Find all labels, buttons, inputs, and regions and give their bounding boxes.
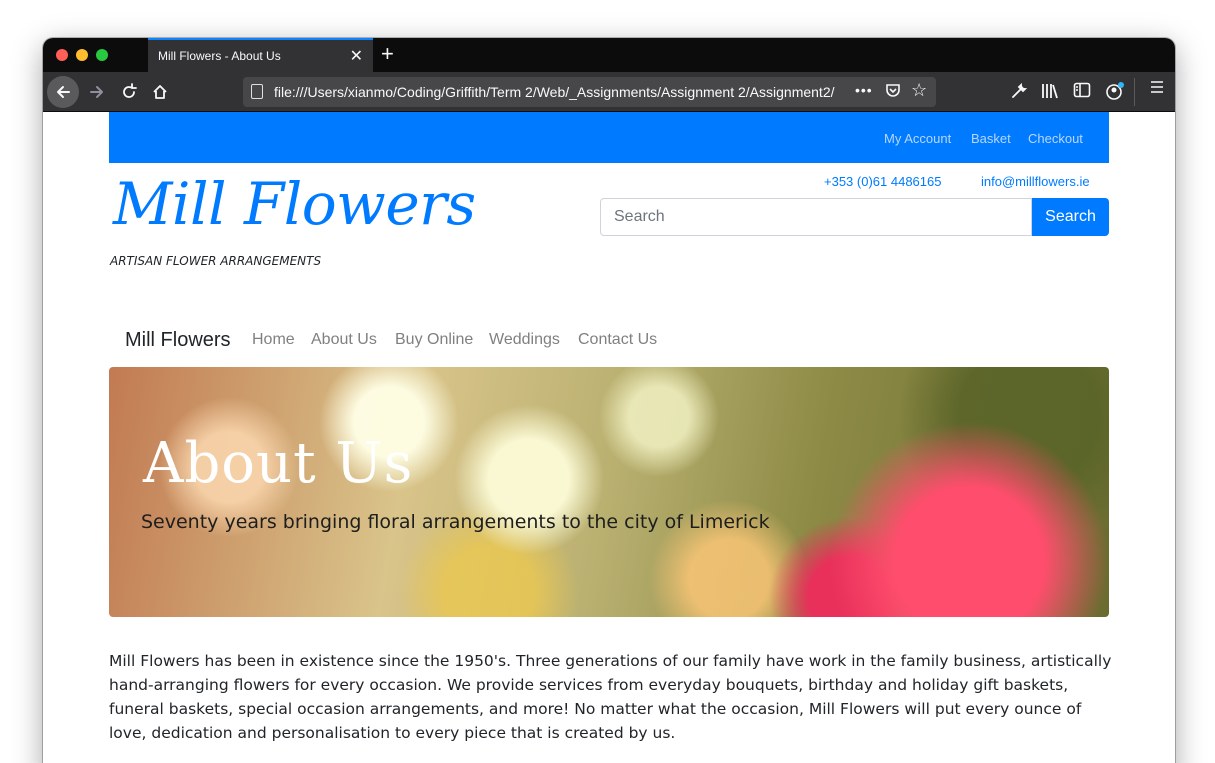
my-account-link[interactable]: My Account bbox=[884, 131, 951, 146]
url-text[interactable]: file:///Users/xianmo/Coding/Griffith/Ter… bbox=[274, 84, 849, 100]
basket-link[interactable]: Basket bbox=[971, 131, 1011, 146]
back-arrow-icon[interactable] bbox=[47, 76, 79, 108]
top-utility-bar: My Account Basket Checkout bbox=[109, 112, 1109, 163]
sidebar-icon[interactable] bbox=[1073, 82, 1091, 103]
nav-about-us-link[interactable]: About Us bbox=[311, 331, 377, 349]
search-button[interactable]: Search bbox=[1032, 198, 1109, 236]
page-icon bbox=[251, 84, 263, 99]
hamburger-menu-icon[interactable] bbox=[1149, 79, 1165, 100]
hero-title: About Us bbox=[143, 431, 414, 496]
tab-title: Mill Flowers - About Us bbox=[158, 49, 281, 63]
pocket-icon[interactable] bbox=[885, 82, 901, 103]
checkout-link[interactable]: Checkout bbox=[1028, 131, 1083, 146]
url-bar[interactable]: file:///Users/xianmo/Coding/Griffith/Ter… bbox=[243, 77, 936, 107]
reload-icon[interactable] bbox=[113, 76, 145, 108]
hero-subtitle: Seventy years bringing floral arrangemen… bbox=[141, 511, 770, 533]
tab-close-icon[interactable]: ✕ bbox=[350, 46, 363, 66]
nav-brand[interactable]: Mill Flowers bbox=[125, 329, 231, 352]
close-window-button[interactable] bbox=[56, 49, 68, 61]
library-icon[interactable] bbox=[1041, 83, 1059, 102]
about-paragraph: Mill Flowers has been in existence since… bbox=[109, 652, 1112, 742]
bookmark-star-icon[interactable]: ☆ bbox=[911, 80, 927, 101]
web-page: My Account Basket Checkout Mill Flowers … bbox=[43, 112, 1175, 763]
new-tab-button[interactable]: + bbox=[381, 41, 394, 67]
tab-strip: Mill Flowers - About Us ✕ + bbox=[43, 38, 1175, 72]
home-icon[interactable] bbox=[144, 76, 176, 108]
site-logo[interactable]: Mill Flowers bbox=[113, 170, 476, 238]
zoom-window-button[interactable] bbox=[96, 49, 108, 61]
search-input[interactable] bbox=[600, 198, 1032, 236]
hero-banner: About Us Seventy years bringing floral a… bbox=[109, 367, 1109, 617]
nav-contact-us-link[interactable]: Contact Us bbox=[578, 331, 657, 349]
email-link[interactable]: info@millflowers.ie bbox=[981, 174, 1090, 189]
site-tagline: ARTISAN FLOWER ARRANGEMENTS bbox=[110, 254, 322, 268]
wrench-icon[interactable] bbox=[1010, 82, 1028, 105]
browser-window: Mill Flowers - About Us ✕ + file:///User… bbox=[43, 38, 1175, 763]
phone-link[interactable]: +353 (0)61 4486165 bbox=[824, 174, 941, 189]
nav-weddings-link[interactable]: Weddings bbox=[489, 331, 560, 349]
more-icon[interactable]: ••• bbox=[855, 82, 873, 98]
minimize-window-button[interactable] bbox=[76, 49, 88, 61]
nav-buy-online-link[interactable]: Buy Online bbox=[395, 331, 473, 349]
nav-home-link[interactable]: Home bbox=[252, 331, 295, 349]
forward-arrow-icon[interactable] bbox=[81, 76, 113, 108]
browser-toolbar: file:///Users/xianmo/Coding/Griffith/Ter… bbox=[43, 72, 1175, 112]
browser-tab[interactable]: Mill Flowers - About Us ✕ bbox=[148, 38, 373, 72]
account-icon[interactable] bbox=[1105, 82, 1125, 107]
toolbar-separator bbox=[1134, 78, 1135, 106]
